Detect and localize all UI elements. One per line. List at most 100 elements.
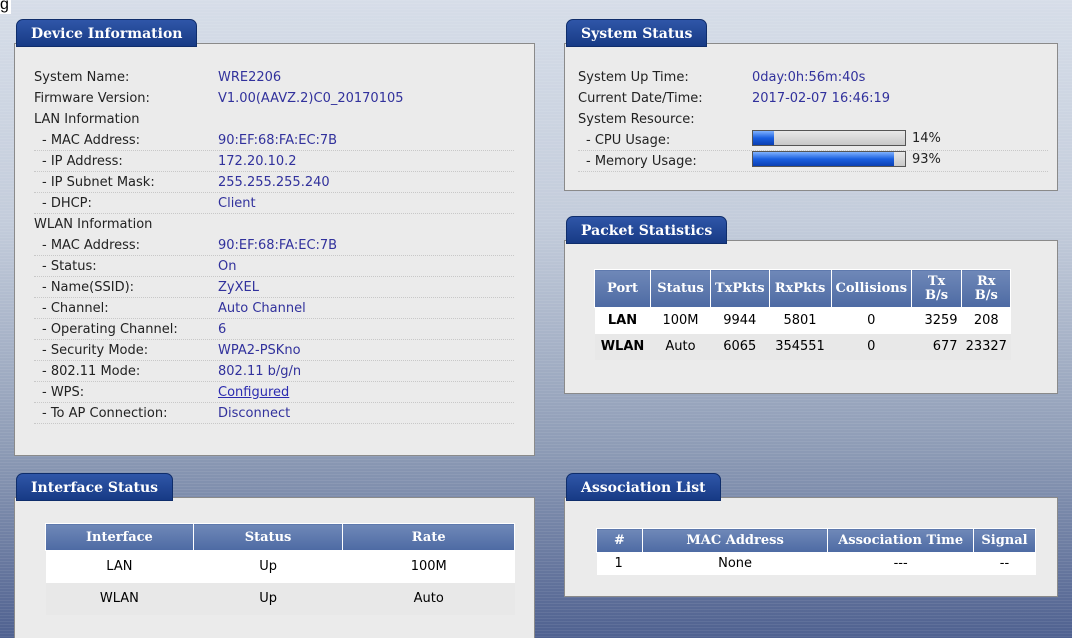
wlan-security-value: WPA2-PSKno [218,343,301,358]
table-row: WLAN Up Auto [45,582,515,615]
header-index: # [596,528,643,553]
wlan-mode-value: 802.11 b/g/n [218,364,302,379]
lan-dhcp-value: Client [218,196,256,211]
info-label: - To AP Connection: [42,406,168,421]
cell-collisions: 0 [831,307,912,334]
cell-txpkts: 6065 [710,333,770,360]
header-tx-bps: Tx B/s [911,269,963,308]
header-signal: Signal [973,528,1036,553]
info-row-wlan-status: - Status: On [34,256,514,277]
info-row-system-name: System Name: WRE2206 [34,67,514,88]
memory-label: - Memory Usage: [586,154,697,169]
info-label: - IP Address: [42,154,123,169]
cell-tx-bps: 677 [911,333,962,360]
datetime-label: Current Date/Time: [578,91,703,106]
info-label: - WPS: [42,385,85,400]
device-info-list: System Name: WRE2206 Firmware Version: V1.… [34,67,514,424]
info-row-lan-dhcp: - DHCP: Client [34,193,514,214]
datetime-row: Current Date/Time: 2017-02-07 16:46:19 [578,88,1048,109]
header-association-time: Association Time [827,528,974,553]
cell-rate: Auto [342,582,515,615]
memory-usage-bar [752,151,906,167]
cpu-usage-fill [753,131,775,145]
up-time-value: 0day:0h:56m:40s [752,70,866,85]
info-label: System Name: [34,70,130,85]
datetime-value: 2017-02-07 16:46:19 [752,91,891,106]
info-label: - MAC Address: [42,133,141,148]
info-label: - MAC Address: [42,238,141,253]
table-row: 1 None --- -- [596,552,1036,575]
info-row-wlan-op-channel: - Operating Channel: 6 [34,319,514,340]
cell-association-time: --- [827,552,974,575]
lan-mac-value: 90:EF:68:FA:EC:7B [218,133,338,148]
cpu-usage-bar [752,130,906,146]
info-row-wlan-ssid: - Name(SSID): ZyXEL [34,277,514,298]
cell-tx-bps: 3259 [911,307,962,334]
cpu-label: - CPU Usage: [586,133,671,148]
cell-rx-bps: 208 [961,307,1011,334]
cell-rate: 100M [342,550,515,583]
header-status: Status [192,523,344,551]
firmware-value: V1.00(AAVZ.2)C0_20170105 [218,91,404,106]
resource-row: System Resource: [578,109,1048,130]
wlan-mac-value: 90:EF:68:FA:EC:7B [218,238,338,253]
info-label: - 802.11 Mode: [42,364,141,379]
info-label: - DHCP: [42,196,92,211]
info-row-wlan-security: - Security Mode: WPA2-PSKno [34,340,514,361]
header-collisions: Collisions [830,269,913,308]
up-time-label: System Up Time: [578,70,689,85]
info-label: WLAN Information [34,217,153,232]
header-rx-bps: Rx B/s [961,269,1012,308]
info-label: LAN Information [34,112,140,127]
wlan-ssid-value: ZyXEL [218,280,259,295]
info-row-wlan-heading: WLAN Information [34,214,514,235]
wlan-status-value: On [218,259,237,274]
info-row-wps: - WPS: Configured [34,382,514,403]
association-header-row: # MAC Address Association Time Signal [596,528,1036,553]
packet-stats-table: Port Status TxPkts RxPkts Collisions Tx … [594,269,1012,360]
cell-interface: LAN [45,550,194,583]
wps-configured-link[interactable]: Configured [218,382,289,403]
device-info-tab: Device Information [16,19,198,47]
header-mac-address: MAC Address [641,528,829,553]
memory-usage-fill [753,152,895,166]
cpu-usage-percent: 14% [912,131,941,146]
ap-connection-value: Disconnect [218,406,291,421]
cell-signal: -- [973,552,1036,575]
cell-port: WLAN [594,333,651,360]
info-row-firmware: Firmware Version: V1.00(AAVZ.2)C0_2017010… [34,88,514,109]
info-row-lan-ip: - IP Address: 172.20.10.2 [34,151,514,172]
info-row-lan-mac: - MAC Address: 90:EF:68:FA:EC:7B [34,130,514,151]
cell-rx-bps: 23327 [961,333,1011,360]
header-rxpkts: RxPkts [768,269,832,308]
cell-rxpkts: 354551 [769,333,832,360]
lan-ip-value: 172.20.10.2 [218,154,297,169]
info-row-lan-heading: LAN Information [34,109,514,130]
info-label: - Channel: [42,301,109,316]
header-port: Port [594,269,651,308]
cell-index: 1 [596,552,643,575]
interface-status-table: Interface Status Rate LAN Up 100M WLAN U… [45,523,515,615]
wlan-op-channel-value: 6 [218,322,227,337]
info-label: Firmware Version: [34,91,150,106]
info-row-wlan-mode: - 802.11 Mode: 802.11 b/g/n [34,361,514,382]
packet-stats-tab: Packet Statistics [566,216,728,244]
cell-status: Up [193,550,343,583]
interface-header-row: Interface Status Rate [45,523,515,551]
up-time-row: System Up Time: 0day:0h:56m:40s [578,67,1048,88]
system-status-tab: System Status [566,19,708,47]
header-interface: Interface [45,523,194,551]
info-row-ap-connection: - To AP Connection: Disconnect [34,403,514,424]
info-label: - Operating Channel: [42,322,178,337]
header-txpkts: TxPkts [710,269,770,308]
packet-stats-header-row: Port Status TxPkts RxPkts Collisions Tx … [594,269,1012,308]
cell-rxpkts: 5801 [769,307,832,334]
wlan-channel-value: Auto Channel [218,301,306,316]
table-row: LAN 100M 9944 5801 0 3259 208 [594,307,1011,334]
cell-txpkts: 9944 [710,307,770,334]
cell-port: LAN [594,307,651,334]
info-label: - Status: [42,259,97,274]
cell-status: Up [193,582,343,615]
memory-usage-percent: 93% [912,152,941,167]
table-row: LAN Up 100M [45,550,515,583]
